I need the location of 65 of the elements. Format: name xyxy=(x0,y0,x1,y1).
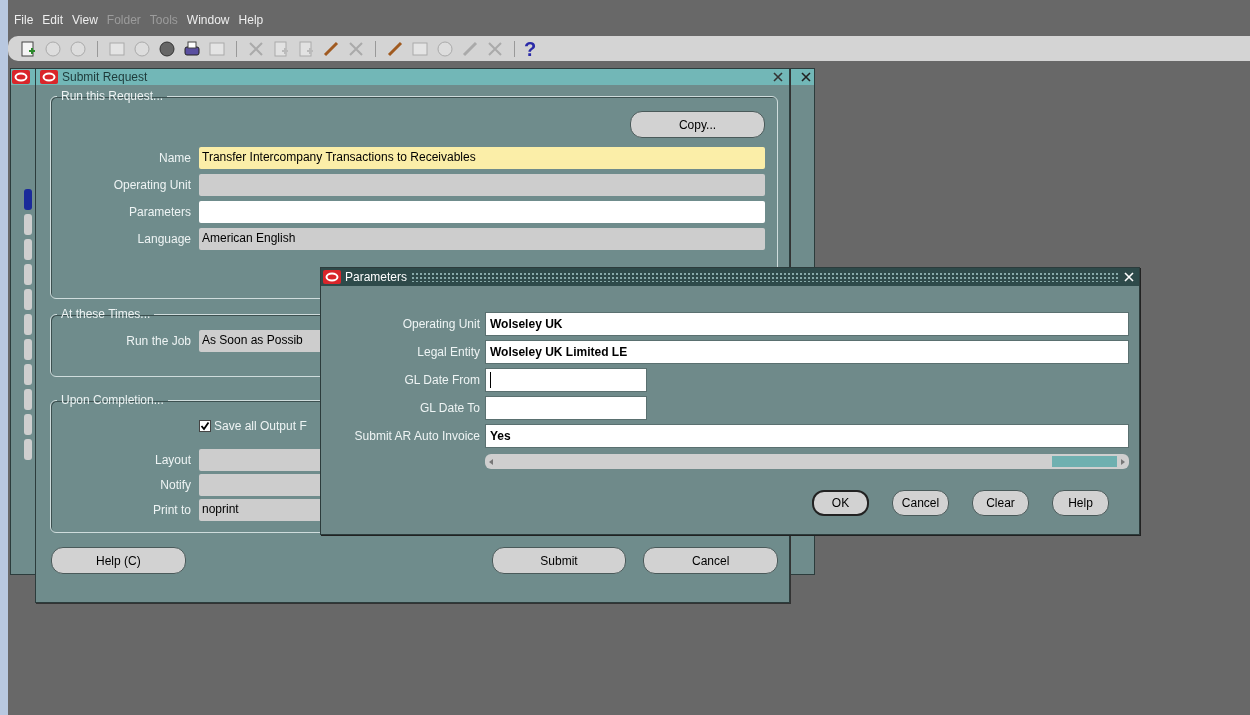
input-field[interactable]: Yes xyxy=(485,424,1129,448)
side-tab[interactable] xyxy=(24,264,32,285)
field-label: Name xyxy=(158,151,191,165)
dialog-button[interactable]: Submit xyxy=(491,547,627,574)
input-field[interactable]: American English xyxy=(199,228,765,250)
group-title: Upon Completion... xyxy=(60,393,165,407)
help-button[interactable]: ? xyxy=(524,38,537,59)
input-field[interactable] xyxy=(485,396,647,420)
checkbox-label: Save all Output F xyxy=(214,419,307,433)
app-logo-icon xyxy=(12,70,30,84)
side-tab[interactable] xyxy=(24,239,32,260)
group-title: Run this Request... xyxy=(60,89,165,103)
side-tab[interactable] xyxy=(24,189,32,210)
field-label: Legal Entity xyxy=(416,345,480,359)
side-tab[interactable] xyxy=(24,289,32,310)
window-title: Parameters xyxy=(345,270,408,284)
input-field[interactable]: Wolseley UK xyxy=(485,312,1129,336)
dialog-button[interactable]: OK xyxy=(812,490,869,516)
copy-button[interactable]: Copy... xyxy=(630,111,765,138)
field-label: Parameters xyxy=(127,205,191,219)
input-field[interactable] xyxy=(199,201,765,223)
field-label: GL Date To xyxy=(418,401,480,415)
dialog-button[interactable]: Cancel xyxy=(643,547,778,574)
input-field[interactable]: Transfer Intercompany Transactions to Receivables xyxy=(199,147,765,169)
field-label: Operating Unit xyxy=(401,317,480,331)
input-field[interactable]: Wolseley UK Limited LE xyxy=(485,340,1129,364)
field-label: Layout xyxy=(153,453,191,467)
dialog-button[interactable]: Clear xyxy=(972,490,1029,516)
add-record-icon[interactable] xyxy=(18,38,38,59)
menu-item[interactable]: File xyxy=(14,13,34,27)
field-label: Submit AR Auto Invoice xyxy=(353,429,480,443)
menu-item[interactable]: View xyxy=(72,13,98,27)
field-label: GL Date From xyxy=(403,373,480,387)
side-tab[interactable] xyxy=(24,414,32,435)
printer-icon[interactable] xyxy=(182,38,202,59)
copy-icon[interactable] xyxy=(271,38,291,59)
app-logo-icon xyxy=(40,70,58,84)
side-tab[interactable] xyxy=(24,439,32,460)
menu-item[interactable]: Help xyxy=(238,13,264,27)
field-label: Language xyxy=(136,232,191,246)
input-field[interactable] xyxy=(485,368,647,392)
checkbox[interactable] xyxy=(199,420,211,432)
dialog-button[interactable]: Help xyxy=(1052,490,1109,516)
side-tab[interactable] xyxy=(24,214,32,235)
scrollbar-thumb[interactable] xyxy=(1052,456,1117,467)
side-tab[interactable] xyxy=(24,364,32,385)
dialog-button[interactable]: Help (C) xyxy=(51,547,186,574)
field-label: Run the Job xyxy=(125,334,191,348)
app-logo-icon xyxy=(323,270,341,284)
dialog-button[interactable]: Cancel xyxy=(892,490,949,516)
side-tab[interactable] xyxy=(24,389,32,410)
close-icon[interactable] xyxy=(773,72,783,82)
field-label: Notify xyxy=(159,478,191,492)
side-tab[interactable] xyxy=(24,314,32,335)
field-label: Print to xyxy=(152,503,191,517)
input-field[interactable] xyxy=(199,174,765,196)
side-tab[interactable] xyxy=(24,339,32,360)
field-label: Operating Unit xyxy=(112,178,191,192)
paste-icon[interactable] xyxy=(296,38,316,59)
menu-item[interactable]: Edit xyxy=(42,13,64,27)
horizontal-scrollbar[interactable] xyxy=(485,454,1129,469)
group-title: At these Times... xyxy=(60,307,152,321)
close-icon[interactable] xyxy=(801,72,811,82)
window-title: Submit Request xyxy=(62,70,149,84)
menu-item[interactable]: Window xyxy=(186,13,230,27)
